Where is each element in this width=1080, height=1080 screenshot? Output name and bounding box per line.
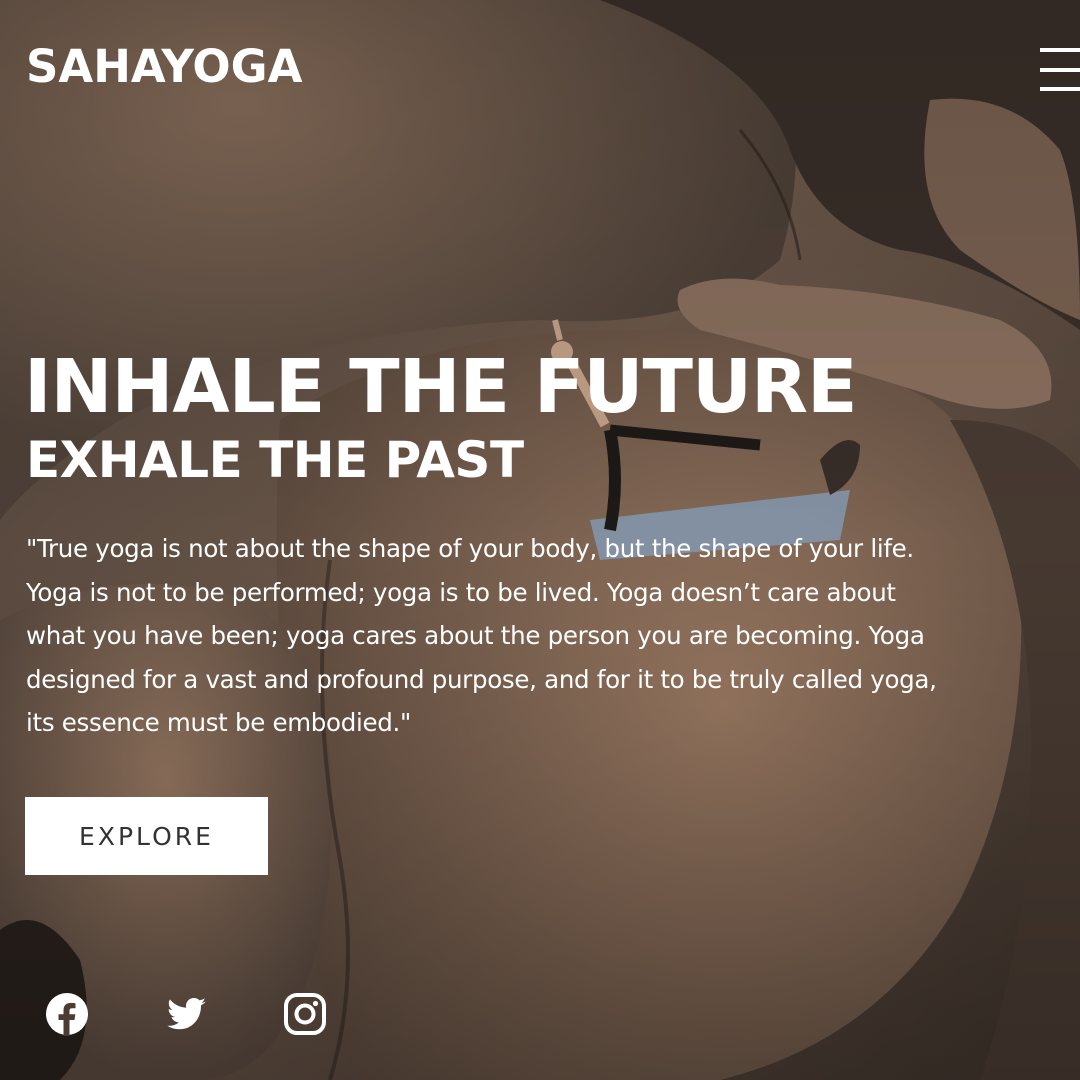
hero-section: SAHAYOGA INHALE THE FUTURE EXHALE THE PA…	[0, 0, 1080, 1080]
hero-subheadline: EXHALE THE PAST	[26, 431, 524, 489]
twitter-icon-graphic	[167, 998, 206, 1030]
facebook-icon[interactable]	[45, 992, 89, 1036]
hero-quote: "True yoga is not about the shape of you…	[26, 527, 1080, 745]
brand-logo[interactable]: SAHAYOGA	[26, 40, 302, 94]
quote-line: Yoga is not to be performed; yoga is to …	[26, 577, 896, 607]
twitter-icon[interactable]	[164, 992, 208, 1036]
instagram-icon[interactable]	[283, 992, 327, 1036]
explore-button[interactable]: EXPLORE	[25, 797, 268, 875]
menu-line	[1040, 68, 1080, 72]
hero-headline: INHALE THE FUTURE	[24, 344, 858, 430]
quote-line: "True yoga is not about the shape of you…	[26, 534, 914, 563]
facebook-icon-graphic	[46, 993, 88, 1036]
menu-line	[1040, 48, 1080, 52]
menu-line	[1040, 87, 1080, 91]
quote-line: designed for a vast and profound purpose…	[26, 664, 937, 694]
hamburger-menu-icon[interactable]	[1040, 48, 1080, 96]
instagram-icon-graphic	[284, 993, 326, 1035]
quote-line: what you have been; yoga cares about the…	[26, 621, 925, 650]
quote-line: its essence must be embodied."	[26, 708, 411, 737]
